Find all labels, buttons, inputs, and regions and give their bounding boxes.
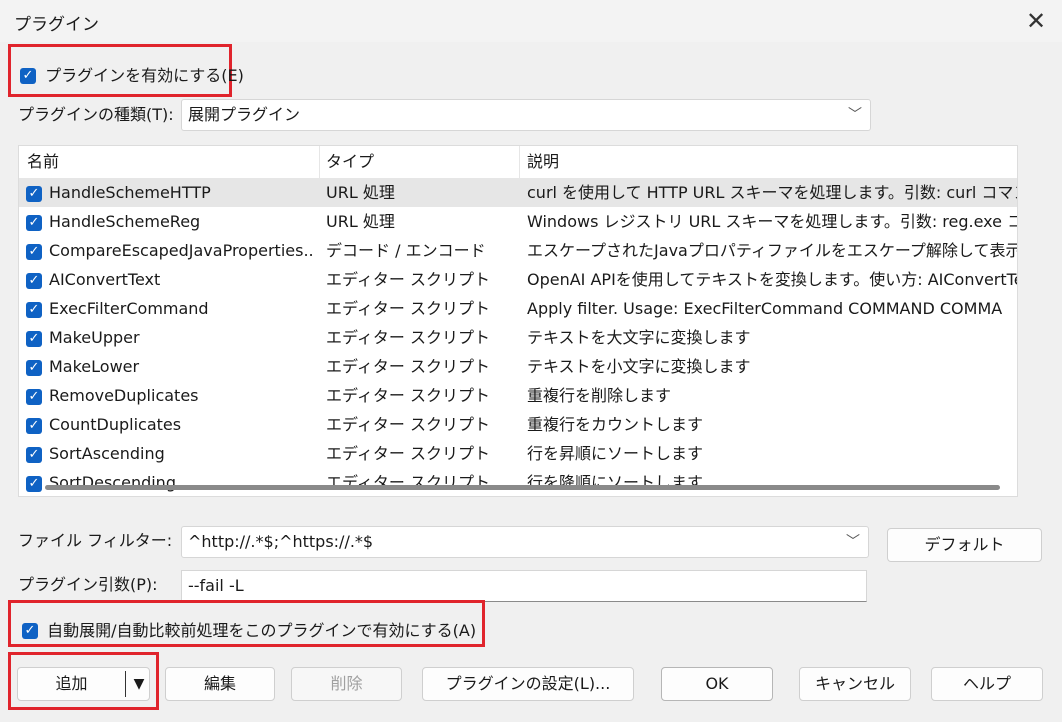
- column-divider: [519, 146, 520, 178]
- split-divider: [125, 671, 126, 697]
- table-row[interactable]: ✓ MakeUpper エディター スクリプト テキストを大文字に変換します: [19, 323, 1017, 352]
- plugin-name: AIConvertText: [49, 270, 161, 289]
- plugin-type-value: 展開プラグイン: [188, 105, 301, 124]
- checkbox-checked-icon[interactable]: ✓: [26, 301, 42, 318]
- chevron-down-icon: ﹀: [848, 107, 862, 123]
- plugin-name: MakeUpper: [49, 328, 140, 347]
- checkbox-checked-icon[interactable]: ✓: [26, 475, 42, 492]
- column-header-name[interactable]: 名前: [27, 146, 59, 178]
- chevron-down-icon[interactable]: ﹀: [846, 527, 860, 557]
- plugin-type-select[interactable]: 展開プラグイン ﹀: [181, 99, 871, 131]
- plugin-name: SortAscending: [49, 444, 165, 463]
- plugin-description: Apply filter. Usage: ExecFilterCommand C…: [527, 299, 1003, 318]
- checkbox-checked-icon[interactable]: ✓: [26, 185, 42, 202]
- column-header-type[interactable]: タイプ: [326, 146, 374, 178]
- plugin-type: デコード / エンコード: [326, 241, 486, 260]
- horizontal-scrollbar[interactable]: [45, 485, 1000, 490]
- dropdown-arrow-icon[interactable]: ▼: [128, 667, 150, 701]
- plugin-name: RemoveDuplicates: [49, 386, 199, 405]
- plugin-name: HandleSchemeReg: [49, 212, 201, 231]
- checkbox-checked-icon[interactable]: ✓: [26, 359, 42, 376]
- auto-unpack-checkbox[interactable]: ✓ 自動展開/自動比較前処理をこのプラグインで有効にする(A): [22, 617, 476, 643]
- column-divider: [319, 146, 320, 178]
- file-filter-value: ^http://.*$;^https://.*$: [188, 532, 374, 551]
- plugin-description: テキストを大文字に変換します: [527, 328, 751, 347]
- plugin-description: curl を使用して HTTP URL スキーマを処理します。引数: curl …: [527, 183, 1018, 202]
- plugin-type: エディター スクリプト: [326, 444, 490, 463]
- plugin-description: 重複行を削除します: [527, 386, 672, 405]
- add-button-label: 追加: [55, 674, 88, 693]
- close-icon[interactable]: ✕: [1020, 4, 1052, 38]
- column-header-description[interactable]: 説明: [527, 146, 559, 178]
- plugin-args-label: プラグイン引数(P):: [18, 575, 158, 594]
- plugin-type: URL 処理: [326, 183, 395, 202]
- table-row[interactable]: ✓ CountDuplicates エディター スクリプト 重複行をカウントします: [19, 410, 1017, 439]
- plugin-description: 行を降順にソートします: [527, 473, 704, 492]
- table-row[interactable]: ✓ SortAscending エディター スクリプト 行を昇順にソートします: [19, 439, 1017, 468]
- checkbox-checked-icon[interactable]: ✓: [26, 330, 42, 347]
- plugin-description: Windows レジストリ URL スキーマを処理します。引数: reg.exe…: [527, 212, 1018, 231]
- checkbox-checked-icon[interactable]: ✓: [26, 388, 42, 405]
- plugin-name: HandleSchemeHTTP: [49, 183, 211, 202]
- plugin-description: 重複行をカウントします: [527, 415, 704, 434]
- checkbox-checked-icon[interactable]: ✓: [26, 417, 42, 434]
- plugin-description: OpenAI APIを使用してテキストを変換します。使い方: AIConvert…: [527, 270, 1018, 289]
- checkbox-checked-icon: ✓: [22, 622, 38, 639]
- checkbox-checked-icon[interactable]: ✓: [26, 243, 42, 260]
- table-row[interactable]: ✓ CompareEscapedJavaProperties... デコード / エ…: [19, 236, 1017, 265]
- plugin-description: 行を昇順にソートします: [527, 444, 704, 463]
- plugin-description: テキストを小文字に変換します: [527, 357, 751, 376]
- help-button[interactable]: ヘルプ: [931, 667, 1043, 701]
- plugin-list[interactable]: 名前 タイプ 説明 ✓ HandleSchemeHTTP URL 処理 curl を使…: [18, 145, 1018, 497]
- plugin-args-input[interactable]: --fail -L: [181, 570, 867, 602]
- plugin-type: URL 処理: [326, 212, 395, 231]
- auto-unpack-label: 自動展開/自動比較前処理をこのプラグインで有効にする(A): [47, 620, 477, 640]
- checkbox-checked-icon[interactable]: ✓: [26, 214, 42, 231]
- table-row[interactable]: ✓ ExecFilterCommand エディター スクリプト Apply filte…: [19, 294, 1017, 323]
- plugin-type-label: プラグインの種類(T):: [18, 105, 174, 124]
- plugin-type: エディター スクリプト: [326, 270, 490, 289]
- plugin-type: エディター スクリプト: [326, 473, 490, 492]
- plugin-type: エディター スクリプト: [326, 415, 490, 434]
- plugin-name: CompareEscapedJavaProperties...: [49, 241, 315, 260]
- plugin-type: エディター スクリプト: [326, 299, 490, 318]
- table-row[interactable]: ✓ AIConvertText エディター スクリプト OpenAI APIを使用して…: [19, 265, 1018, 294]
- checkbox-checked-icon[interactable]: ✓: [26, 446, 42, 463]
- cancel-button[interactable]: キャンセル: [799, 667, 911, 701]
- plugin-type: エディター スクリプト: [326, 357, 490, 376]
- delete-button[interactable]: 削除: [291, 667, 402, 701]
- table-row[interactable]: ✓ HandleSchemeHTTP URL 処理 curl を使用して HTTP U…: [19, 178, 1018, 207]
- plugin-type: エディター スクリプト: [326, 386, 490, 405]
- plugin-settings-button[interactable]: プラグインの設定(L)...: [422, 667, 634, 701]
- plugin-name: CountDuplicates: [49, 415, 182, 434]
- table-row[interactable]: ✓ HandleSchemeReg URL 処理 Windows レジストリ URL …: [19, 207, 1018, 236]
- edit-button[interactable]: 編集: [165, 667, 275, 701]
- table-row[interactable]: ✓ MakeLower エディター スクリプト テキストを小文字に変換します: [19, 352, 1017, 381]
- enable-plugins-label: プラグインを有効にする(E): [45, 65, 244, 85]
- plugin-name: ExecFilterCommand: [49, 299, 209, 318]
- table-row[interactable]: ✓ SortDescending エディター スクリプト 行を降順にソートします: [19, 468, 1017, 496]
- default-button[interactable]: デフォルト: [887, 528, 1042, 562]
- window-title: プラグイン: [14, 15, 99, 35]
- ok-button[interactable]: OK: [661, 667, 773, 701]
- plugin-name: SortDescending: [49, 473, 176, 492]
- checkbox-checked-icon[interactable]: ✓: [26, 272, 42, 289]
- table-row[interactable]: ✓ RemoveDuplicates エディター スクリプト 重複行を削除します: [19, 381, 1017, 410]
- plugin-name: MakeLower: [49, 357, 140, 376]
- file-filter-label: ファイル フィルター:: [18, 531, 173, 550]
- checkbox-checked-icon: ✓: [20, 67, 36, 84]
- enable-plugins-checkbox[interactable]: ✓ プラグインを有効にする(E): [20, 62, 244, 88]
- title-bar: [0, 0, 1062, 42]
- plugin-type: エディター スクリプト: [326, 328, 490, 347]
- file-filter-combobox[interactable]: ^http://.*$;^https://.*$ ﹀: [181, 526, 869, 558]
- plugin-description: エスケープされたJavaプロパティファイルをエスケープ解除して表示します。: [527, 241, 1017, 260]
